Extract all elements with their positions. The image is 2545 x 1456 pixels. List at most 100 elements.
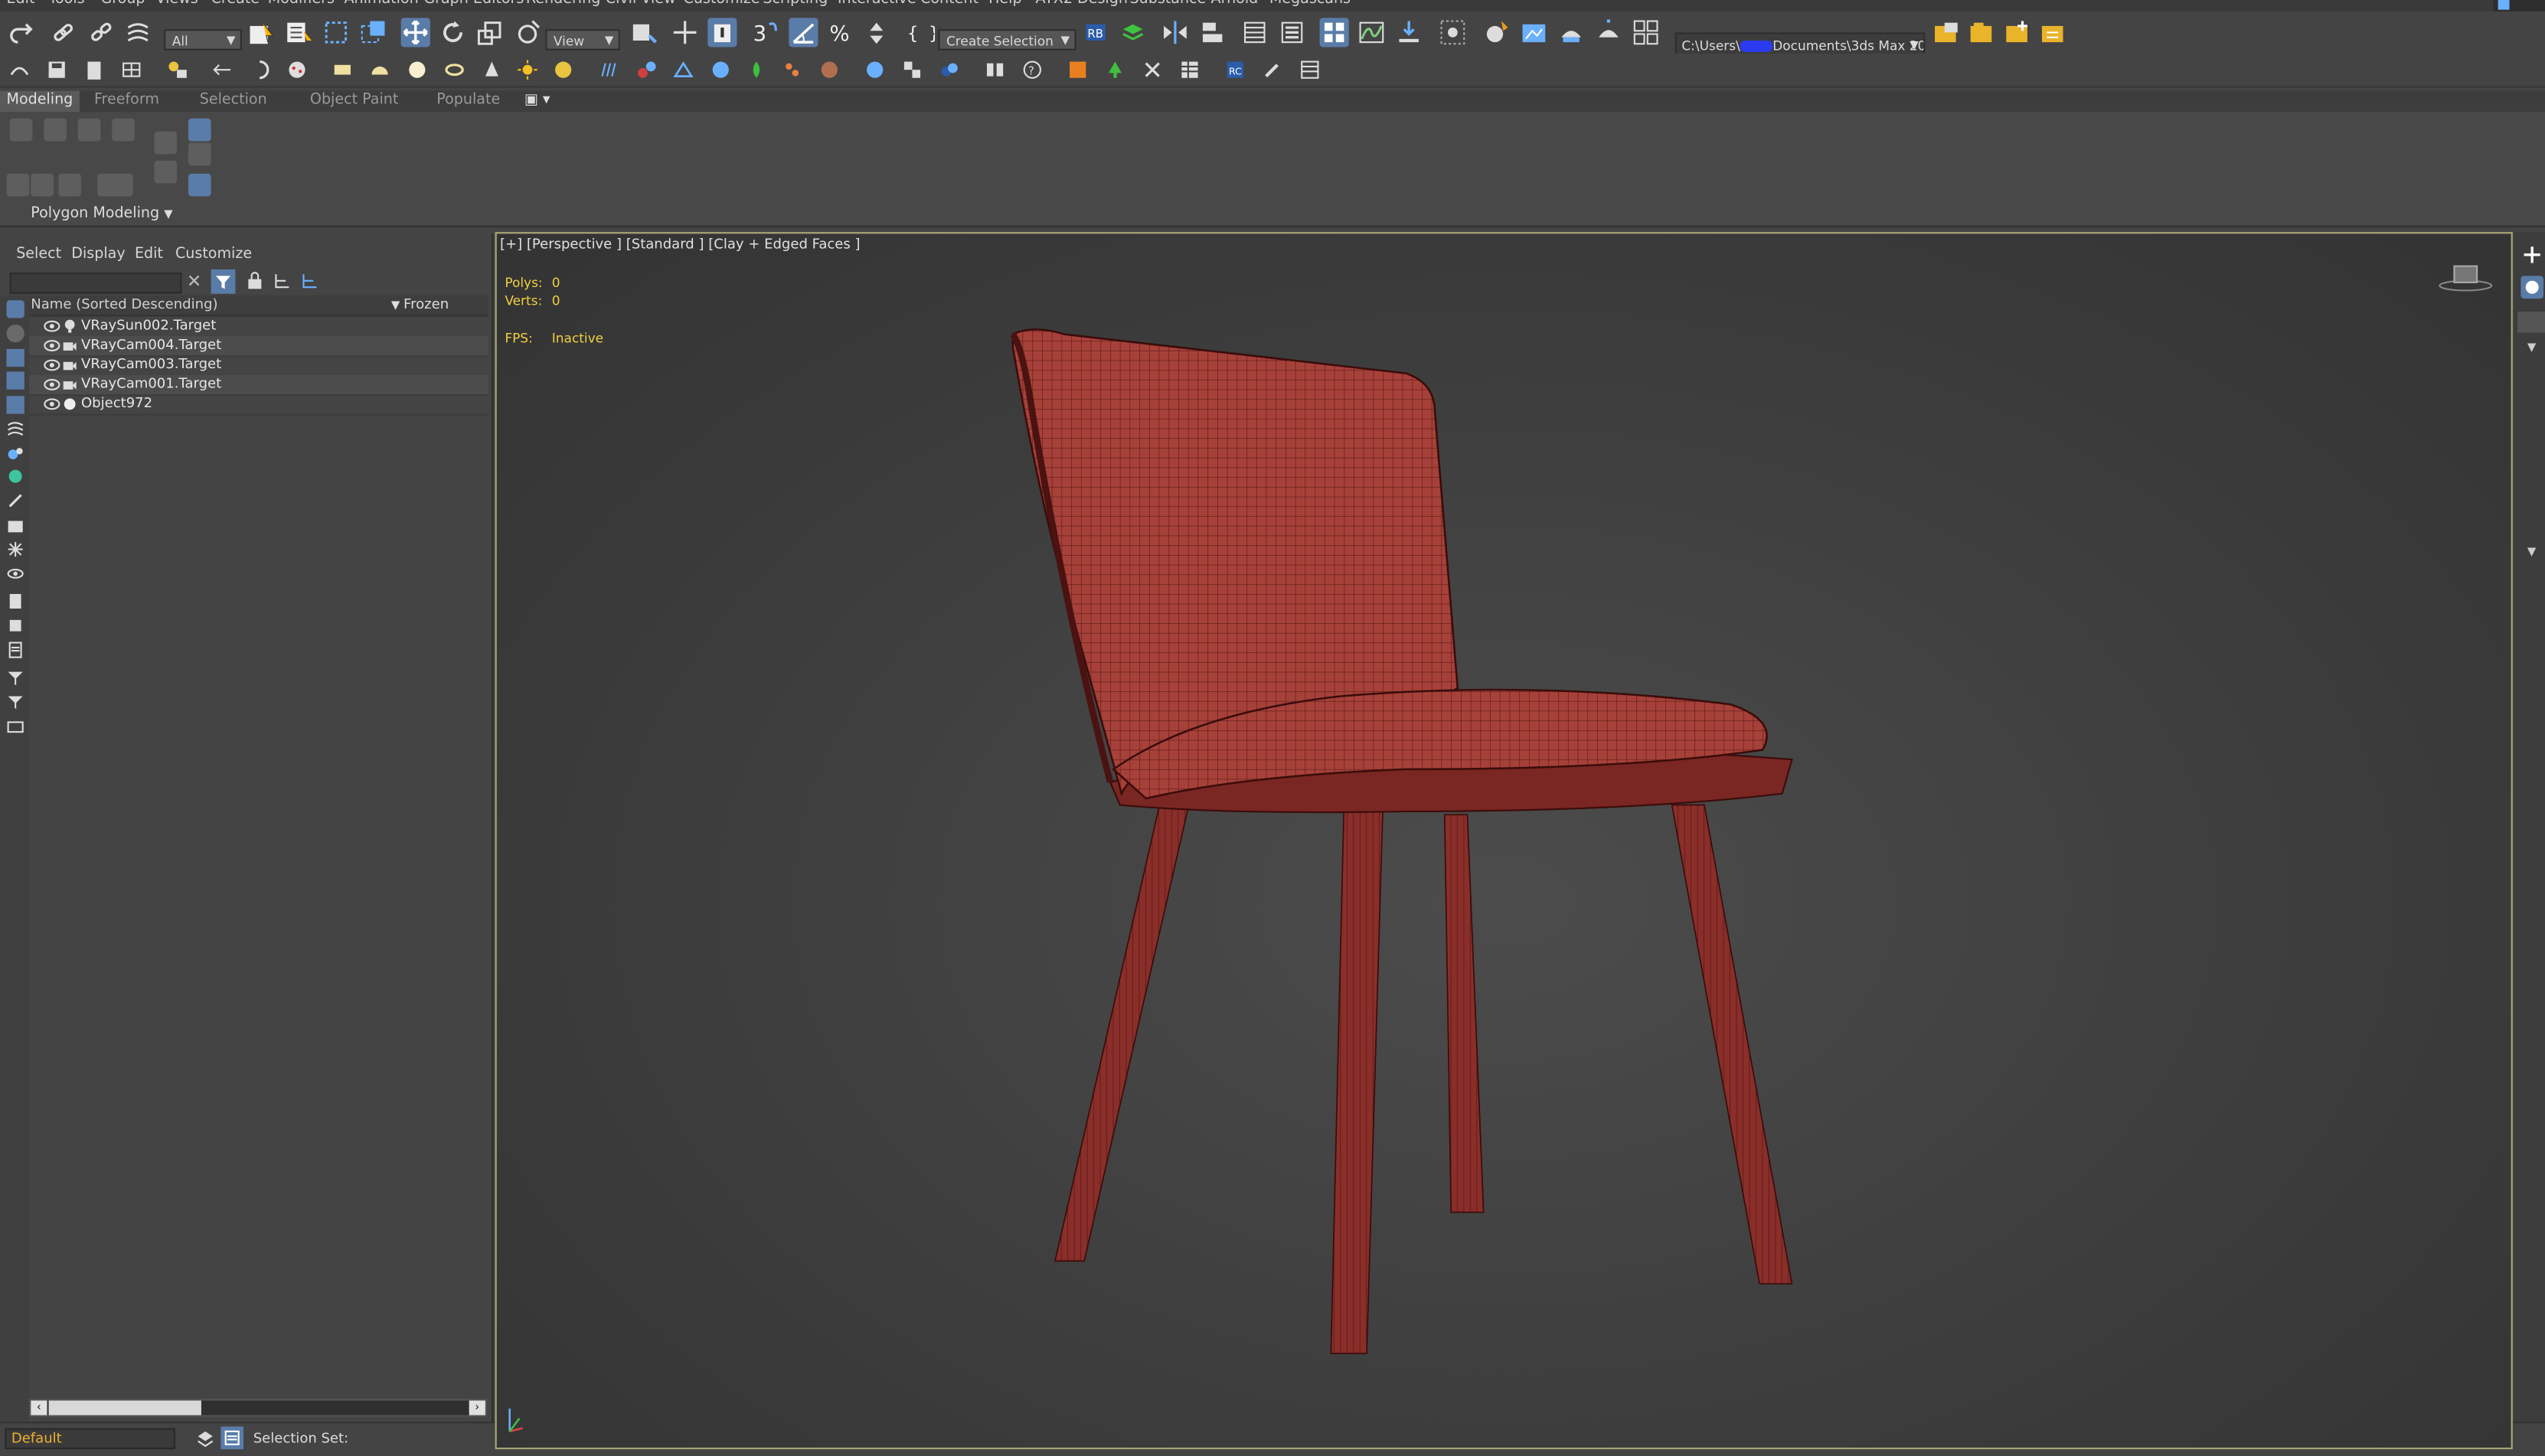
- column-frozen-header[interactable]: ▼ Frozen: [391, 295, 449, 315]
- select-object-icon[interactable]: [247, 18, 276, 47]
- scroll-left-icon[interactable]: ‹: [31, 1400, 47, 1415]
- plane-icon[interactable]: [672, 58, 695, 81]
- lock-icon[interactable]: [245, 271, 264, 290]
- hidden-filter-icon[interactable]: [6, 565, 24, 583]
- set-project-folder-icon[interactable]: [1967, 18, 1996, 47]
- menu-customize[interactable]: Customize: [684, 0, 760, 8]
- edit-named-selection-sets-icon[interactable]: { }: [906, 18, 939, 47]
- current-layer-dropdown[interactable]: Default: [5, 1428, 175, 1450]
- menu-content[interactable]: Content: [920, 0, 978, 8]
- list-item[interactable]: Object972: [29, 394, 489, 416]
- spinner-snap-toggle-icon[interactable]: [864, 18, 893, 47]
- decal-icon[interactable]: [818, 58, 841, 81]
- toggle-ribbon-icon[interactable]: [1319, 18, 1349, 47]
- rollout-expand-icon[interactable]: ▼: [2527, 341, 2536, 354]
- list-table-icon[interactable]: [1299, 58, 1322, 81]
- curve-editor-icon[interactable]: [1357, 18, 1386, 47]
- edge-icon[interactable]: [188, 142, 211, 166]
- a360-gallery-icon[interactable]: [1632, 18, 1661, 47]
- clear-search-icon[interactable]: ✕: [187, 271, 202, 292]
- sphere-light-icon[interactable]: [406, 58, 429, 81]
- menu-rendering[interactable]: Rendering: [526, 0, 600, 8]
- adjust-icon[interactable]: [211, 58, 234, 81]
- frame-buffer-icon[interactable]: [984, 58, 1007, 81]
- select-and-rotate-icon[interactable]: [438, 18, 467, 47]
- filter-icon[interactable]: [211, 269, 236, 294]
- schematic-view-icon[interactable]: [1394, 18, 1423, 47]
- groups-filter-icon[interactable]: [6, 468, 24, 485]
- spreadsheet-icon[interactable]: [1178, 58, 1201, 81]
- visibility-eye-icon[interactable]: [44, 378, 60, 391]
- element-icon[interactable]: [31, 173, 54, 197]
- ies-light-icon[interactable]: [481, 58, 504, 81]
- keyboard-shortcut-override-icon[interactable]: [707, 18, 737, 47]
- edit-poly-icon[interactable]: [188, 118, 211, 142]
- perspective-viewport[interactable]: [+] [Perspective ] [Standard ] [Clay + E…: [495, 232, 2513, 1450]
- rectangular-selection-region-icon[interactable]: [322, 18, 351, 47]
- undo-icon[interactable]: [44, 118, 67, 142]
- render-production-icon[interactable]: [1557, 18, 1586, 47]
- table-icon[interactable]: [120, 58, 143, 81]
- open-project-icon[interactable]: [1932, 18, 1961, 47]
- polygon-modeling-dropdown[interactable]: Polygon Modeling ▼: [31, 206, 172, 222]
- selection-filter-dropdown[interactable]: All ▼: [164, 29, 242, 51]
- globe-icon[interactable]: [864, 58, 887, 81]
- mirror-icon[interactable]: [1161, 18, 1190, 47]
- funnel-icon[interactable]: [6, 668, 24, 686]
- forest-pack-icon[interactable]: [1067, 58, 1090, 81]
- dome-icon[interactable]: [368, 58, 391, 81]
- selection-set-icon[interactable]: [221, 1426, 243, 1450]
- explorer-menu-edit[interactable]: Edit: [135, 246, 163, 263]
- material-editor-icon[interactable]: [1438, 18, 1467, 47]
- object-type-dropdown[interactable]: [2517, 312, 2545, 333]
- explorer-menu-select[interactable]: Select: [16, 246, 61, 263]
- menu-create[interactable]: Create: [211, 0, 260, 8]
- select-and-scale-icon[interactable]: [475, 18, 505, 47]
- shapes-filter-icon[interactable]: [6, 348, 25, 367]
- chair-model[interactable]: [497, 233, 2513, 1449]
- toggle-layer-explorer-icon[interactable]: [1277, 18, 1306, 47]
- explorer-menu-customize[interactable]: Customize: [175, 246, 252, 263]
- menu-graph-editors[interactable]: Graph Editors: [423, 0, 524, 8]
- layer-explorer-green-icon[interactable]: [1119, 18, 1148, 47]
- menu-substance[interactable]: Substance: [1130, 0, 1207, 8]
- wrench-icon[interactable]: [1261, 58, 1284, 81]
- create-panel-icon[interactable]: [2522, 245, 2541, 264]
- tab-object-paint[interactable]: Object Paint: [310, 91, 398, 113]
- proxy-icon[interactable]: [635, 58, 658, 81]
- railclone-icon[interactable]: RC: [1223, 58, 1246, 81]
- menu-arnold[interactable]: Arnold: [1211, 0, 1259, 8]
- mesh-icon[interactable]: [8, 58, 31, 81]
- select-and-move-icon[interactable]: [400, 18, 430, 47]
- ribbon-options-icon[interactable]: ▣ ▾: [524, 91, 550, 113]
- frozen-filter-icon[interactable]: [6, 540, 24, 558]
- select-manipulate-icon[interactable]: [671, 18, 700, 47]
- box-icon[interactable]: [77, 118, 101, 142]
- snaps-toggle-icon[interactable]: 3: [750, 18, 779, 47]
- clipboard-icon[interactable]: [83, 58, 106, 81]
- plane-object-icon[interactable]: [331, 58, 354, 81]
- graphite-icon[interactable]: [58, 173, 81, 197]
- display-all-icon[interactable]: [6, 300, 25, 318]
- geometry-category-icon[interactable]: [2520, 276, 2544, 299]
- blank-filter-icon[interactable]: [6, 617, 24, 635]
- menu-group[interactable]: Group: [100, 0, 145, 8]
- list-filter-icon[interactable]: [6, 641, 24, 658]
- grid-boxes-icon[interactable]: [901, 58, 924, 81]
- layers-icon[interactable]: [194, 1428, 216, 1450]
- help-icon[interactable]: ?: [1021, 58, 1044, 81]
- redo-icon[interactable]: [6, 18, 35, 47]
- list-item[interactable]: VRayCam001.Target: [29, 374, 489, 397]
- fur-icon[interactable]: [597, 58, 620, 81]
- bind-to-space-warp-icon[interactable]: [123, 18, 152, 47]
- selection-set-dropdown[interactable]: Create Selection Set▼: [938, 29, 1076, 70]
- menu-animation[interactable]: Animation: [344, 0, 418, 8]
- menu-views[interactable]: Views: [156, 0, 198, 8]
- menu-megascans[interactable]: Megascans: [1269, 0, 1351, 8]
- helpers-filter-icon[interactable]: [6, 420, 24, 438]
- geometry-filter-icon[interactable]: [6, 324, 25, 343]
- percent-snap-toggle-icon[interactable]: %: [826, 18, 855, 47]
- render-in-cloud-icon[interactable]: [1594, 18, 1623, 47]
- modify-mode-icon[interactable]: [9, 118, 33, 142]
- light-lister-icon[interactable]: [165, 58, 188, 81]
